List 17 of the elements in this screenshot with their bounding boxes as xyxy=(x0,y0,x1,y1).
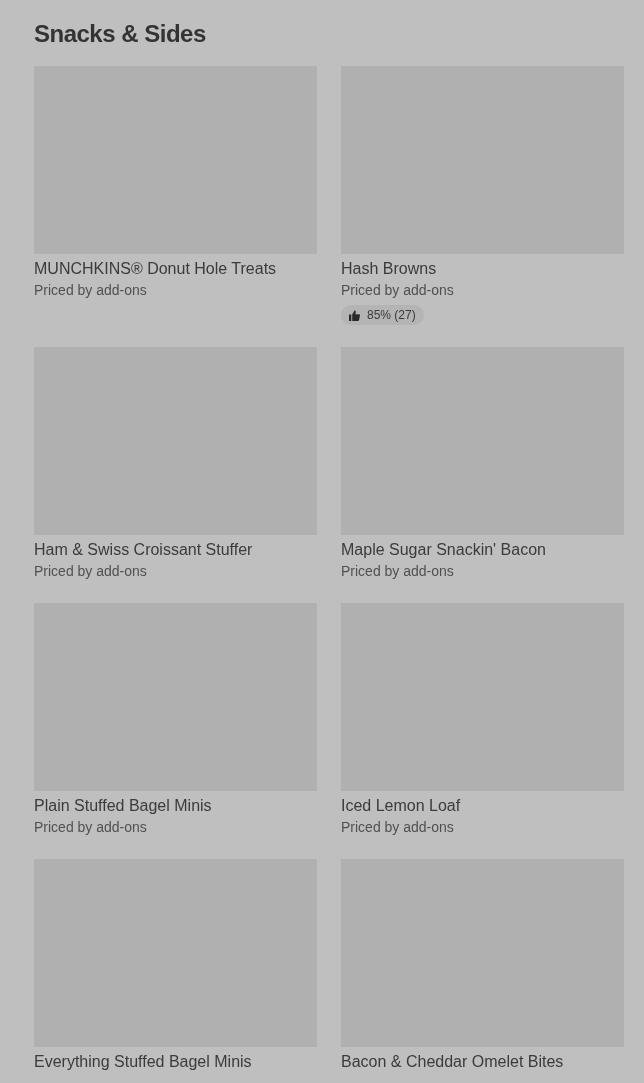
item-name[interactable]: Iced Lemon Loaf xyxy=(341,795,624,817)
item-name[interactable]: Ham & Swiss Croissant Stuffer xyxy=(34,539,317,561)
item-price: Priced by add-ons xyxy=(341,562,455,581)
item-price: Priced by add-ons xyxy=(34,281,148,300)
item-price: Priced by add-ons xyxy=(341,818,455,837)
section-title: Snacks & Sides xyxy=(34,19,207,49)
item-name[interactable]: Hash Browns xyxy=(341,258,624,280)
item-price: Priced by add-ons xyxy=(34,818,148,837)
item-name[interactable]: MUNCHKINS® Donut Hole Treats xyxy=(34,258,317,280)
item-name[interactable]: Maple Sugar Snackin' Bacon xyxy=(341,539,624,561)
item-name[interactable]: Plain Stuffed Bagel Minis xyxy=(34,795,317,817)
item-name[interactable]: Bacon & Cheddar Omelet Bites xyxy=(341,1051,624,1073)
item-name[interactable]: Everything Stuffed Bagel Minis xyxy=(34,1051,317,1073)
item-price: Priced by add-ons xyxy=(341,281,455,300)
item-price: Priced by add-ons xyxy=(34,562,148,581)
thumbs-up-icon xyxy=(349,309,360,321)
rating-badge: 85% (27) xyxy=(341,305,424,325)
